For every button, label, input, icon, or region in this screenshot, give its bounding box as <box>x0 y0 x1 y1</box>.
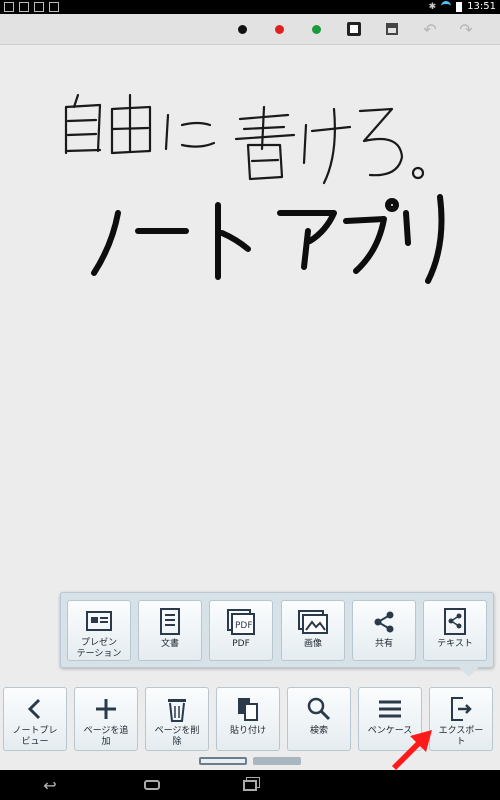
export-text-button[interactable]: テキスト <box>423 600 487 661</box>
plus-icon <box>94 694 118 724</box>
red-pen-button[interactable] <box>265 14 293 44</box>
recent-apps-icon <box>243 779 257 791</box>
delete-page-button[interactable]: ページを削 除 <box>145 687 209 751</box>
top-toolbar: ↶ ↷ <box>0 14 500 45</box>
export-presentation-button[interactable]: プレゼン テーション <box>67 600 131 661</box>
page-indicator-inactive[interactable] <box>253 757 301 765</box>
eraser-icon <box>386 23 398 35</box>
red-pointer-arrow <box>392 730 432 770</box>
search-button[interactable]: 検索 <box>287 687 351 751</box>
search-icon <box>306 694 332 724</box>
eraser-button[interactable] <box>378 14 406 44</box>
bluetooth-icon: ✱ <box>428 1 437 12</box>
back-button[interactable]: ↩ <box>20 770 80 800</box>
export-image-button[interactable]: 画像 <box>281 600 345 661</box>
export-document-button[interactable]: 文書 <box>138 600 202 661</box>
presentation-icon <box>86 607 112 636</box>
back-icon: ↩ <box>43 775 57 795</box>
other-notification-icon <box>49 2 59 12</box>
export-submenu: プレゼン テーション 文書 PDF PDF 画像 共有 テキスト <box>60 592 494 677</box>
note-preview-button[interactable]: ノートプレ ビュー <box>3 687 67 751</box>
image-icon <box>298 607 328 637</box>
text-export-icon <box>443 607 467 637</box>
home-button[interactable] <box>122 770 182 800</box>
pdf-icon: PDF <box>227 607 255 637</box>
recent-apps-button[interactable] <box>220 770 280 800</box>
app-notification-icon <box>4 2 14 12</box>
pen-case-icon <box>377 694 403 724</box>
black-pen-dot-icon <box>237 24 247 34</box>
handwriting-line-1 <box>64 93 425 185</box>
trash-icon <box>166 694 188 724</box>
clock: 13:51 <box>467 1 496 12</box>
redo-button[interactable]: ↷ <box>452 14 480 44</box>
home-icon <box>144 780 160 790</box>
system-status: ✱ 13:51 <box>429 1 496 12</box>
mail-notification-icon <box>34 2 44 12</box>
paste-button[interactable]: 貼り付け <box>216 687 280 751</box>
document-icon <box>159 607 181 637</box>
wifi-icon <box>441 1 452 12</box>
export-pdf-button[interactable]: PDF PDF <box>209 600 273 661</box>
undo-icon: ↶ <box>423 19 437 39</box>
black-pen-button[interactable] <box>228 14 256 44</box>
chevron-left-icon <box>25 694 45 724</box>
undo-button[interactable]: ↶ <box>416 14 444 44</box>
film-button[interactable] <box>340 14 368 44</box>
red-pen-dot-icon <box>274 24 284 34</box>
page-indicator-active[interactable] <box>199 757 247 765</box>
status-bar: ✱ 13:51 <box>0 0 500 14</box>
image-notification-icon <box>19 2 29 12</box>
share-icon <box>372 607 396 637</box>
handwriting-drawing <box>64 93 445 284</box>
export-icon <box>449 694 473 724</box>
battery-icon <box>456 1 463 12</box>
green-pen-dot-icon <box>311 24 321 34</box>
svg-text:PDF: PDF <box>235 621 253 631</box>
notification-icons <box>4 2 59 12</box>
navigation-bar: ↩ <box>0 770 500 800</box>
paste-icon <box>236 694 260 724</box>
film-icon <box>347 22 361 36</box>
redo-icon: ↷ <box>459 19 473 39</box>
handwriting-line-2 <box>91 194 445 284</box>
export-button[interactable]: エクスポー ト <box>429 687 493 751</box>
green-pen-button[interactable] <box>302 14 330 44</box>
export-share-button[interactable]: 共有 <box>352 600 416 661</box>
add-page-button[interactable]: ページを追 加 <box>74 687 138 751</box>
